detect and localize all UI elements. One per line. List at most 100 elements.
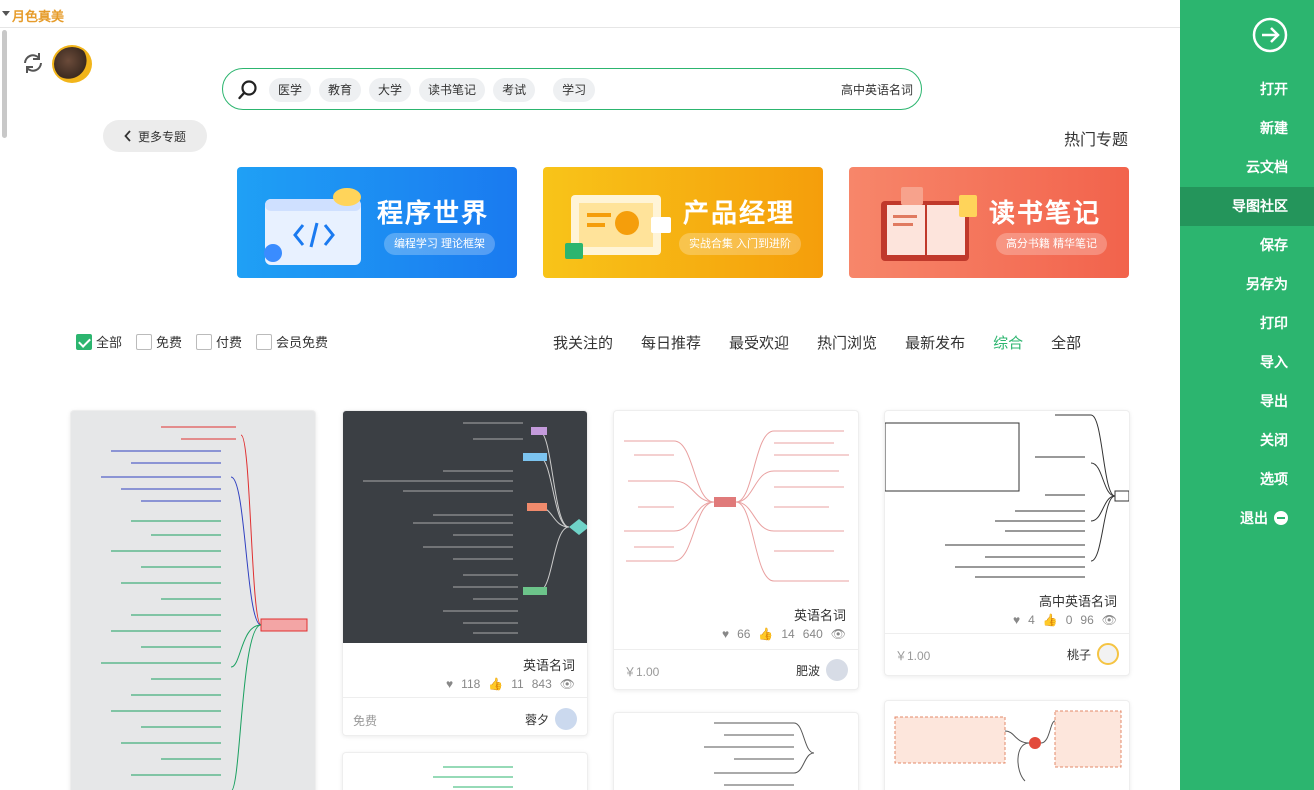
- file-menu-sidebar: 打开 新建 云文档 导图社区 保存 另存为 打印 导入 导出 关闭 选项 退出: [1180, 0, 1314, 790]
- user-avatar[interactable]: [52, 45, 92, 83]
- card-divider: [343, 697, 587, 698]
- chevron-down-icon[interactable]: [2, 11, 10, 16]
- tab-latest[interactable]: 最新发布: [905, 332, 965, 353]
- checkbox[interactable]: [256, 333, 273, 350]
- favorite-count: 4: [1028, 613, 1035, 627]
- search-input[interactable]: 高中英语名词: [841, 81, 913, 98]
- like-icon: 👍: [1042, 613, 1058, 627]
- price-filter-group: 全部 免费 付费 会员免费: [76, 332, 336, 351]
- mindmap-card[interactable]: [342, 752, 588, 790]
- checkbox[interactable]: [196, 333, 213, 350]
- theme-bar: 月色真美: [0, 0, 1180, 28]
- card-title[interactable]: 英语名词: [523, 655, 575, 674]
- tab-most-popular[interactable]: 最受欢迎: [729, 332, 789, 353]
- tab-all[interactable]: 全部: [1051, 332, 1081, 353]
- mindmap-card[interactable]: 英语名词 ♥ 66 👍 14 640 👁 肥波 ￥1.00: [613, 410, 859, 690]
- author-avatar: [1097, 643, 1119, 665]
- sidebar-item-new[interactable]: 新建: [1180, 109, 1314, 148]
- banner-product-manager[interactable]: 产品经理 实战合集 入门到进阶: [543, 167, 823, 278]
- like-count: 0: [1065, 613, 1073, 627]
- mindmap-card[interactable]: 英语名词 ♥ 118 👍 11 843 👁 蓉夕 免费: [342, 410, 588, 736]
- sidebar-item-save[interactable]: 保存: [1180, 226, 1314, 265]
- sidebar-item-options[interactable]: 选项: [1180, 460, 1314, 499]
- vertical-scrollbar[interactable]: [2, 30, 7, 138]
- card-stats: ♥ 66 👍 14 640 👁: [722, 627, 846, 641]
- search-tag[interactable]: 医学: [269, 78, 312, 102]
- card-price: ￥1.00: [895, 649, 931, 663]
- refresh-icon[interactable]: [20, 50, 46, 76]
- card-price: 免费: [353, 714, 378, 728]
- mindmap-thumbnail: [101, 426, 308, 790]
- favorite-count: 66: [737, 627, 751, 641]
- more-topics-button[interactable]: 更多专题: [103, 120, 207, 152]
- author-avatar: [826, 659, 848, 681]
- filter-all[interactable]: 全部: [76, 332, 122, 351]
- author-name: 肥波: [795, 663, 820, 678]
- filter-paid[interactable]: 付费: [196, 332, 242, 351]
- author-avatar: [555, 708, 577, 730]
- favorite-icon: ♥: [721, 627, 730, 641]
- search-tag[interactable]: 考试: [493, 78, 536, 102]
- tab-following[interactable]: 我关注的: [553, 332, 613, 353]
- like-icon: 👍: [488, 677, 504, 691]
- banner-title: 程序世界: [376, 198, 489, 228]
- sidebar-item-label: 退出: [1240, 510, 1268, 526]
- card-author[interactable]: 肥波: [796, 659, 848, 681]
- mindmap-card[interactable]: [70, 410, 316, 790]
- mindmap-card[interactable]: [884, 700, 1130, 790]
- filter-label: 会员免费: [276, 335, 329, 350]
- code-window-icon: [264, 188, 361, 265]
- minus-circle-icon: [1274, 511, 1288, 525]
- card-title[interactable]: 英语名词: [794, 605, 846, 624]
- card-divider: [885, 633, 1129, 634]
- mindmap-card[interactable]: 高中英语名词 ♥ 4 👍 0 96 👁 桃子 ￥1.00: [884, 410, 1130, 676]
- like-count: 14: [781, 627, 795, 641]
- banner-subtitle: 高分书籍 精华笔记: [995, 233, 1107, 255]
- tab-daily-recommend[interactable]: 每日推荐: [641, 332, 701, 353]
- presentation-board-icon: [565, 195, 671, 259]
- search-tag[interactable]: 学习: [553, 78, 596, 102]
- filter-member-free[interactable]: 会员免费: [256, 332, 328, 351]
- sidebar-item-exit[interactable]: 退出: [1180, 499, 1314, 538]
- tab-overall[interactable]: 综合: [993, 332, 1023, 353]
- search-icon[interactable]: [237, 79, 259, 101]
- author-name: 桃子: [1066, 647, 1091, 662]
- favorite-icon: ♥: [446, 677, 454, 691]
- view-count: 843: [531, 677, 552, 691]
- sidebar-item-export[interactable]: 导出: [1180, 382, 1314, 421]
- card-divider: [614, 649, 858, 650]
- view-count: 96: [1080, 613, 1094, 627]
- checkbox-checked[interactable]: [76, 333, 92, 350]
- eye-icon: 👁: [830, 627, 846, 641]
- hot-topics-title: 热门专题: [1063, 132, 1128, 149]
- checkbox[interactable]: [136, 333, 153, 350]
- sidebar-item-cloud-docs[interactable]: 云文档: [1180, 148, 1314, 187]
- card-author[interactable]: 桃子: [1067, 643, 1119, 665]
- sidebar-item-import[interactable]: 导入: [1180, 343, 1314, 382]
- sidebar-item-print[interactable]: 打印: [1180, 304, 1314, 343]
- eye-icon: 👁: [559, 677, 575, 691]
- banner-reading-notes[interactable]: 读书笔记 高分书籍 精华笔记: [849, 167, 1129, 278]
- mindmap-card[interactable]: [613, 712, 859, 790]
- banner-programming[interactable]: 程序世界 编程学习 理论框架: [237, 167, 517, 278]
- favorite-icon: ♥: [1012, 613, 1021, 627]
- card-title[interactable]: 高中英语名词: [1039, 591, 1117, 610]
- filter-free[interactable]: 免费: [136, 332, 182, 351]
- favorite-count: 118: [461, 677, 481, 691]
- sidebar-item-save-as[interactable]: 另存为: [1180, 265, 1314, 304]
- card-price: ￥1.00: [624, 665, 660, 679]
- card-author[interactable]: 蓉夕: [525, 708, 577, 730]
- search-tag[interactable]: 大学: [369, 78, 412, 102]
- search-tag[interactable]: 教育: [319, 78, 362, 102]
- view-count: 640: [802, 627, 823, 641]
- banner-title: 读书笔记: [988, 198, 1101, 228]
- sidebar-item-open[interactable]: 打开: [1180, 70, 1314, 109]
- search-tag[interactable]: 读书笔记: [419, 78, 486, 102]
- sidebar-item-close[interactable]: 关闭: [1180, 421, 1314, 460]
- sidebar-item-community[interactable]: 导图社区: [1180, 187, 1314, 226]
- book-icon: [881, 187, 977, 261]
- arrow-right-circle-icon[interactable]: [1252, 17, 1288, 53]
- search-bar[interactable]: 医学 教育 大学 读书笔记 考试 学习 高中英语名词: [222, 68, 922, 110]
- theme-selector[interactable]: 月色真美: [12, 6, 64, 25]
- tab-hot-views[interactable]: 热门浏览: [817, 332, 877, 353]
